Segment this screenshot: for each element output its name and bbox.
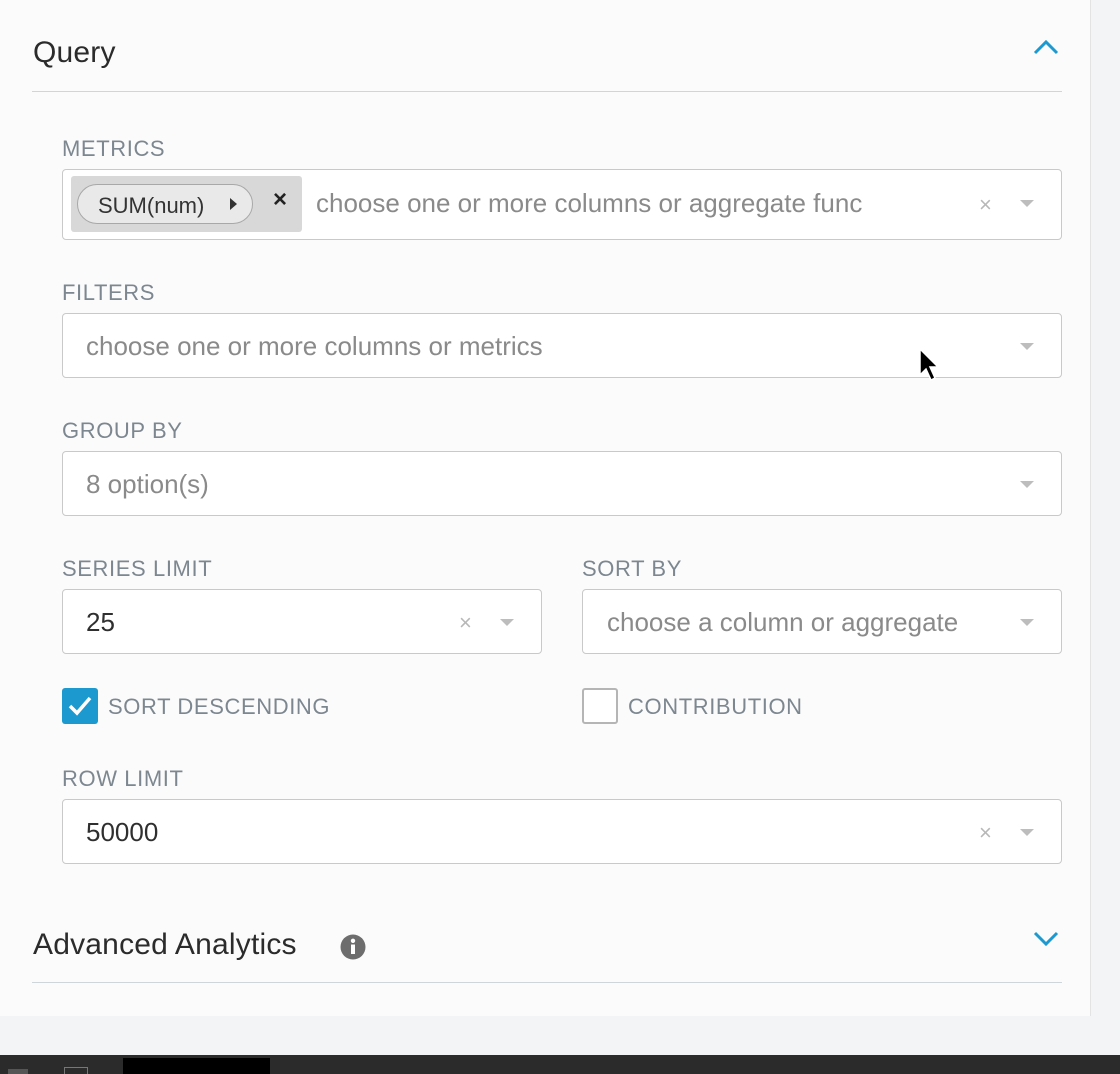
filters-dropdown-arrow-icon[interactable] [1020, 343, 1034, 350]
filters-select[interactable]: choose one or more columns or metrics [62, 313, 1062, 378]
sort-descending-checkbox[interactable] [62, 688, 98, 724]
metrics-dropdown-arrow-icon[interactable] [1020, 200, 1034, 207]
checkmark-icon [68, 696, 92, 716]
row-limit-clear-button[interactable]: × [979, 822, 992, 844]
sort-by-placeholder: choose a column or aggregate [607, 607, 959, 637]
row-limit-select[interactable]: 50000 × [62, 799, 1062, 864]
metrics-placeholder: choose one or more columns or aggregate … [316, 188, 863, 218]
taskbar-app-button[interactable] [123, 1058, 270, 1074]
row-limit-dropdown-arrow-icon[interactable] [1020, 829, 1034, 836]
sort-by-label: SORT BY [582, 556, 682, 581]
metric-chip-container: SUM(num) × [71, 176, 302, 232]
contribution-label[interactable]: CONTRIBUTION [628, 694, 803, 720]
info-icon[interactable] [340, 934, 366, 960]
filters-placeholder: choose one or more columns or metrics [86, 331, 543, 361]
metric-chip-label: SUM(num) [98, 193, 205, 218]
taskbar [0, 1055, 1120, 1074]
advanced-analytics-title[interactable]: Advanced Analytics [33, 928, 297, 962]
caret-right-icon [230, 198, 237, 210]
row-limit-label: ROW LIMIT [62, 766, 184, 791]
group-by-dropdown-arrow-icon[interactable] [1020, 481, 1034, 488]
taskbar-window-icon[interactable] [64, 1067, 88, 1074]
series-limit-label: SERIES LIMIT [62, 556, 213, 581]
metrics-label: METRICS [62, 136, 166, 161]
metrics-select[interactable]: SUM(num) × choose one or more columns or… [62, 169, 1062, 240]
query-divider [32, 91, 1062, 92]
mouse-cursor-icon [918, 347, 940, 388]
metrics-clear-button[interactable]: × [979, 194, 992, 216]
contribution-checkbox[interactable] [582, 688, 618, 724]
series-limit-clear-button[interactable]: × [459, 612, 472, 634]
series-limit-select[interactable]: 25 × [62, 589, 542, 654]
sort-by-dropdown-arrow-icon[interactable] [1020, 619, 1034, 626]
sort-descending-label[interactable]: SORT DESCENDING [108, 694, 330, 720]
metric-chip-remove-button[interactable]: × [273, 188, 287, 212]
control-panel: Query METRICS SUM(num) × choose one or m… [0, 0, 1091, 1016]
chevron-up-icon[interactable] [1031, 38, 1061, 58]
filters-label: FILTERS [62, 280, 156, 305]
query-section-title[interactable]: Query [33, 36, 116, 70]
row-limit-value: 50000 [86, 817, 159, 847]
chevron-down-icon[interactable] [1031, 928, 1061, 948]
group-by-value: 8 option(s) [86, 469, 209, 499]
sort-by-select[interactable]: choose a column or aggregate [582, 589, 1062, 654]
advanced-analytics-divider [32, 982, 1062, 983]
taskbar-icon[interactable] [8, 1069, 28, 1074]
group-by-label: GROUP BY [62, 418, 183, 443]
group-by-select[interactable]: 8 option(s) [62, 451, 1062, 516]
series-limit-value: 25 [86, 607, 115, 637]
series-limit-dropdown-arrow-icon[interactable] [500, 619, 514, 626]
metric-chip[interactable]: SUM(num) [77, 184, 253, 224]
